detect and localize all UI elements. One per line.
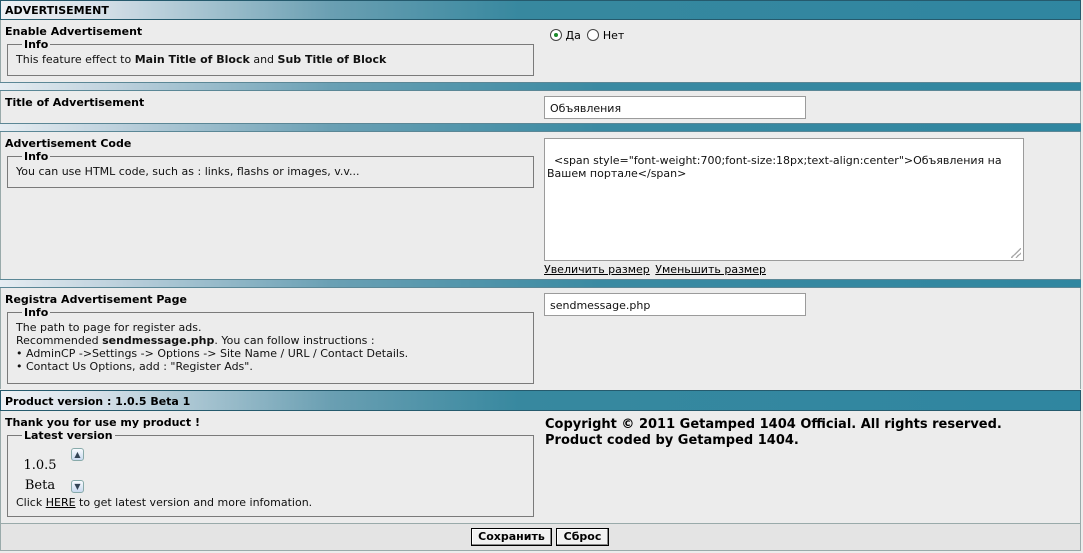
thanks-label: Thank you for use my product ! (5, 416, 201, 429)
version-marquee: 1.0.5 Beta (23, 456, 57, 496)
version-title: Product version : 1.0.5 Beta 1 (5, 395, 191, 408)
code-info-text: You can use HTML code, such as : links, … (16, 165, 360, 178)
register-row: Registra Advertisement Page Info The pat… (0, 288, 1081, 389)
row-separator (0, 82, 1081, 91)
radio-no-label[interactable]: Нет (603, 29, 624, 42)
code-textarea-value: <span style="font-weight:700;font-size:1… (547, 154, 1006, 180)
here-link[interactable]: HERE (46, 496, 76, 509)
enable-row: Enable Advertisement Info This feature e… (0, 20, 1081, 82)
latest-version-text: Click HERE to get latest version and mor… (16, 496, 313, 509)
info-legend: Info (24, 150, 49, 163)
author-line: Product coded by Getamped 1404. (545, 433, 799, 448)
title-row: Title of Advertisement (0, 91, 1081, 123)
reset-button[interactable]: Сброс (556, 528, 609, 546)
latest-version-legend: Latest version (24, 429, 113, 442)
version-tag: Beta (24, 478, 56, 493)
register-info-box: Info The path to page for register ads. … (7, 306, 534, 384)
textarea-size-links: Увеличить размер Уменьшить размер (544, 263, 766, 276)
code-info-box: Info You can use HTML code, such as : li… (7, 150, 534, 188)
row-separator (0, 123, 1081, 132)
radio-yes[interactable] (550, 29, 562, 41)
save-button[interactable]: Сохранить (471, 528, 552, 546)
enable-info-text: This feature effect to Main Title of Blo… (16, 53, 387, 66)
register-info-text: The path to page for register ads. Recom… (16, 321, 409, 373)
scroll-up-icon[interactable]: ▲ (71, 448, 84, 461)
code-textarea[interactable]: <span style="font-weight:700;font-size:1… (544, 138, 1024, 261)
section-header-bar: ADVERTISEMENT (0, 0, 1081, 20)
register-input[interactable]: sendmessage.php (544, 293, 806, 316)
scroll-down-icon[interactable]: ▼ (71, 480, 84, 493)
code-label: Advertisement Code (5, 137, 132, 150)
row-separator (0, 279, 1081, 288)
resize-grip-icon[interactable] (1011, 248, 1021, 258)
version-number: 1.0.5 (23, 458, 57, 473)
enlarge-link[interactable]: Увеличить размер (544, 263, 650, 276)
radio-yes-label[interactable]: Да (566, 29, 581, 42)
version-bar: Product version : 1.0.5 Beta 1 (0, 390, 1081, 411)
shrink-link[interactable]: Уменьшить размер (655, 263, 766, 276)
title-label: Title of Advertisement (5, 96, 145, 109)
info-legend: Info (24, 38, 49, 51)
enable-radio-group: Да Нет (550, 29, 624, 42)
section-title: ADVERTISEMENT (5, 4, 109, 17)
copyright-line: Copyright © 2011 Getamped 1404 Official.… (545, 417, 1002, 432)
thanks-row: Thank you for use my product ! Latest ve… (0, 411, 1081, 523)
copyright-block: Copyright © 2011 Getamped 1404 Official.… (545, 417, 1002, 449)
register-label: Registra Advertisement Page (5, 293, 187, 306)
enable-label: Enable Advertisement (5, 25, 143, 38)
enable-info-box: Info This feature effect to Main Title o… (7, 38, 534, 76)
radio-no[interactable] (587, 29, 600, 41)
title-input[interactable]: Объявления (544, 96, 806, 119)
info-legend: Info (24, 306, 49, 319)
